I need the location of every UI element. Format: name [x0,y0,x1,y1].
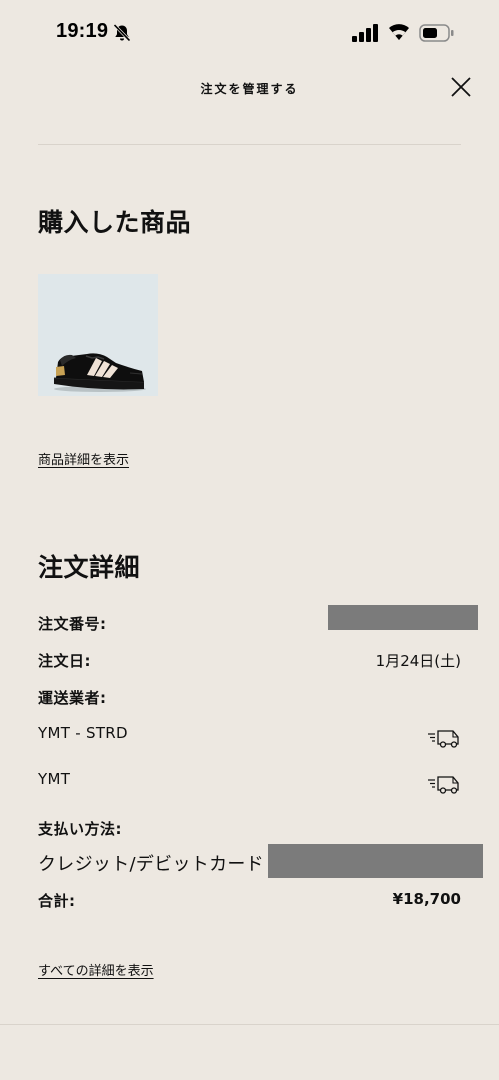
cellular-signal-icon [352,24,378,42]
card-number-redacted [268,844,483,878]
total-label: 合計: [38,892,76,910]
order-details-heading: 注文詳細 [38,553,141,582]
purchased-products-heading: 購入した商品 [38,208,192,237]
bell-off-icon [113,23,131,42]
carrier-name: YMT - STRD [38,724,128,742]
status-time: 19:19 [56,20,109,42]
carrier-label: 運送業者: [38,689,107,707]
sneaker-image [38,274,158,396]
close-icon[interactable] [447,73,475,101]
header-divider [38,144,461,145]
view-product-details-link[interactable]: 商品詳細を表示 [38,449,129,468]
payment-method-label: 支払い方法: [38,820,122,838]
order-date-label: 注文日: [38,652,91,670]
order-number-redacted [328,605,478,630]
carrier-name: YMT [38,770,71,788]
bottom-divider [0,1024,499,1025]
total-value: ¥18,700 [392,890,461,908]
page-title: 注文を管理する [200,82,299,96]
wifi-icon [389,24,409,40]
product-thumbnail[interactable] [38,274,158,396]
delivery-truck-icon [428,730,459,748]
order-number-label: 注文番号: [38,615,107,633]
order-date-value: 1月24日(土) [375,652,461,670]
payment-method-value: クレジット/デビットカード [38,854,264,875]
delivery-truck-icon [428,776,459,794]
battery-icon [419,24,454,42]
view-all-details-link[interactable]: すべての詳細を表示 [38,960,154,979]
